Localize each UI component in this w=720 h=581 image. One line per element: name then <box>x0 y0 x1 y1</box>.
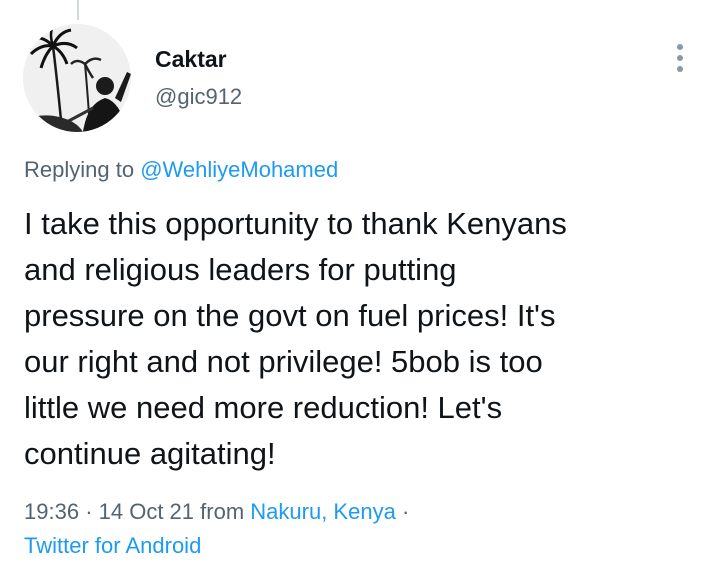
tweet-text: I take this opportunity to thank Kenyans… <box>24 206 567 471</box>
tweet-meta: 19:36 · 14 Oct 21 from Nakuru, Kenya · <box>24 497 409 527</box>
tweet-date[interactable]: 14 Oct 21 <box>99 499 194 524</box>
author-handle[interactable]: @gic912 <box>155 82 242 112</box>
more-vertical-icon-dot <box>677 66 683 72</box>
replying-to-handle-link[interactable]: @WehliyeMohamed <box>140 157 338 182</box>
meta-trailing-separator: · <box>401 499 410 524</box>
author-display-name[interactable]: Caktar <box>155 44 242 74</box>
avatar[interactable] <box>23 24 131 132</box>
meta-separator: · <box>85 499 93 524</box>
source-link[interactable]: Twitter for Android <box>24 531 201 561</box>
thread-connector-line <box>77 0 79 20</box>
more-options-button[interactable] <box>664 40 696 76</box>
from-label: from <box>200 499 245 524</box>
tweet-time[interactable]: 19:36 <box>24 499 79 524</box>
replying-to-prefix: Replying to <box>24 157 135 182</box>
avatar-photo <box>23 24 131 132</box>
author-block: Caktar @gic912 <box>155 44 242 112</box>
replying-to-line: Replying to @WehliyeMohamed <box>24 155 338 185</box>
more-vertical-icon <box>677 44 683 50</box>
location-link[interactable]: Nakuru, Kenya <box>250 499 396 524</box>
more-vertical-icon-dot <box>677 55 683 61</box>
